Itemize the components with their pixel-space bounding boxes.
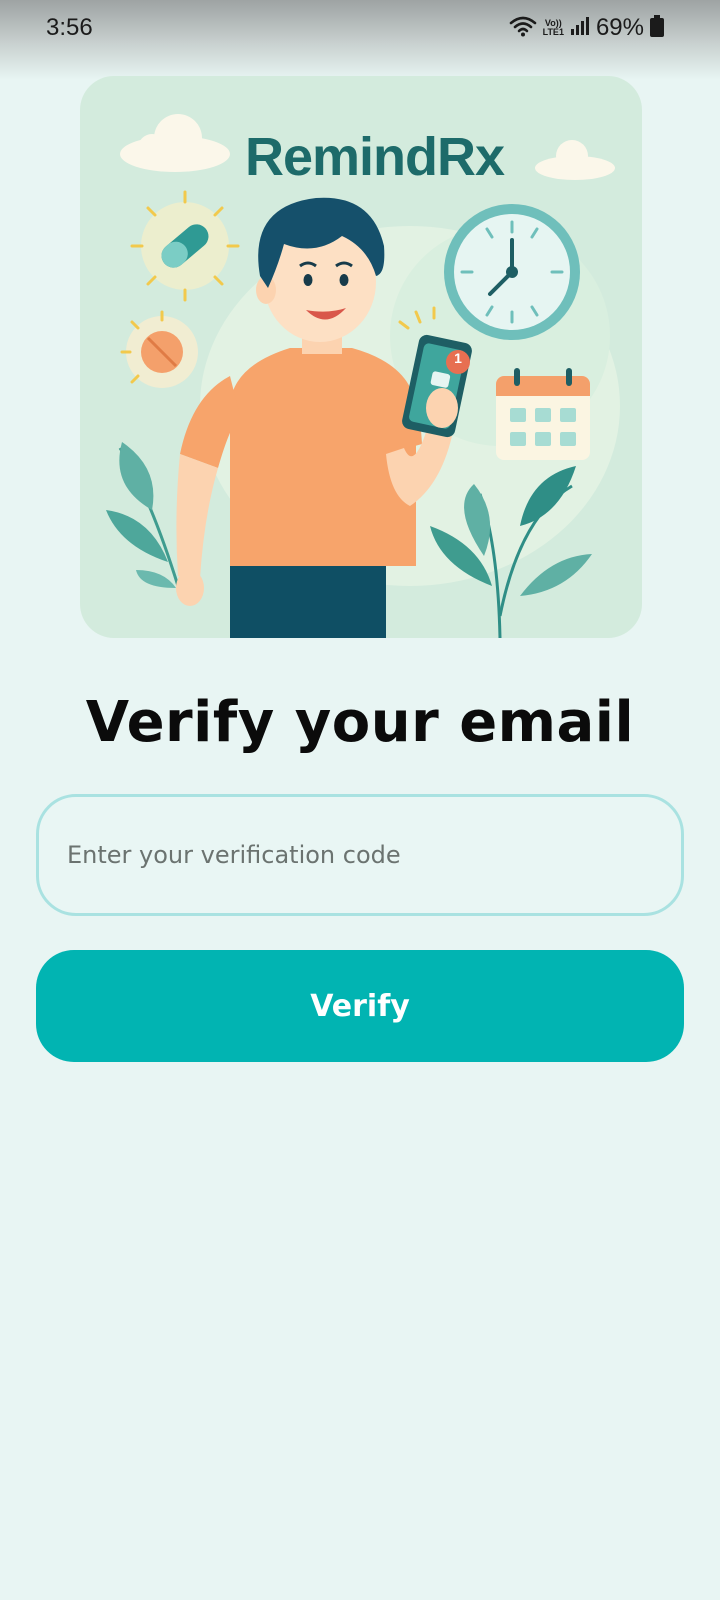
calendar-icon [496,368,590,460]
pill-icon [120,310,198,388]
status-bar: 3:56 Vo)) LTE1 69% [0,0,720,80]
wifi-icon [509,15,537,42]
page-title: Verify your email [85,690,635,755]
signal-icon [570,16,590,41]
verification-code-input[interactable] [36,794,684,916]
capsule-icon [130,190,240,302]
status-time: 3:56 [46,14,93,41]
verify-button[interactable]: Verify [36,950,684,1062]
brand-logo: RemindRx [245,127,505,187]
leaf-icon [106,442,180,588]
volte-bottom: LTE1 [542,27,564,37]
battery-icon [650,14,664,42]
battery-percent: 69% [595,14,644,41]
volte-indicator: Vo)) LTE1 [543,19,564,37]
status-icons: Vo)) LTE1 69% [509,14,664,42]
hero-illustration: RemindRx 1 [80,76,642,638]
clock-icon [444,204,580,340]
cloud-icon [120,114,230,172]
notification-badge: 1 [454,350,462,366]
